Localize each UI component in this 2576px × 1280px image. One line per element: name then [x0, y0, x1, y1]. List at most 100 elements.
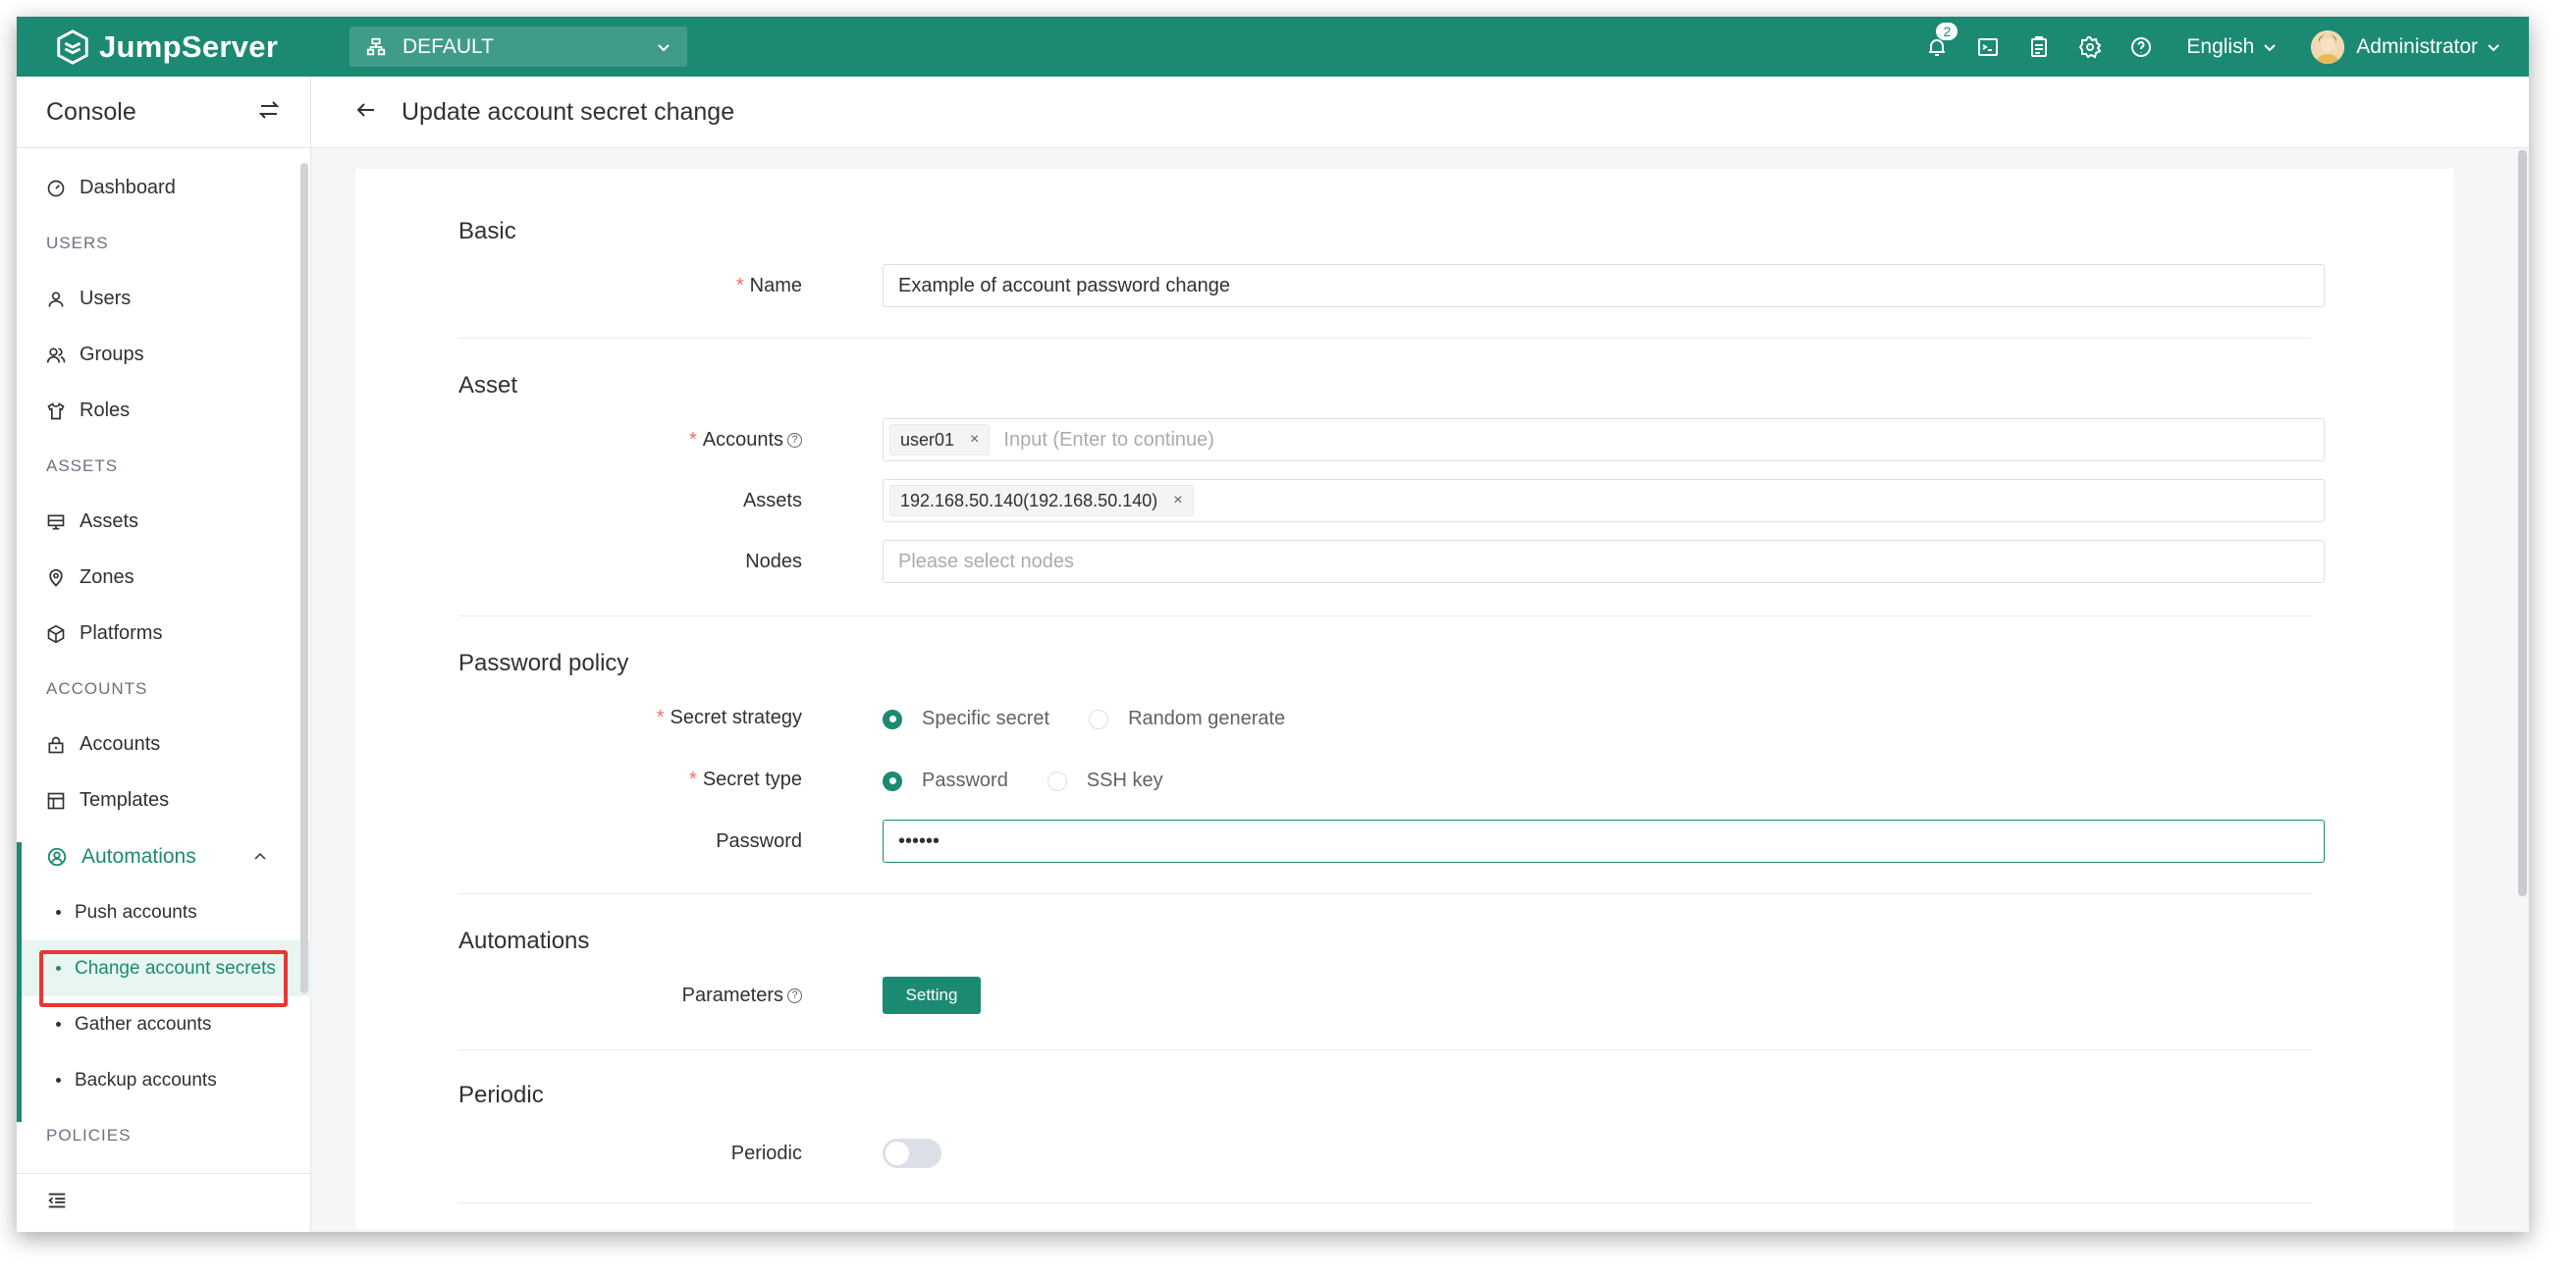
sidebar-item-groups[interactable]: Groups: [17, 327, 311, 383]
organization-select[interactable]: DEFAULT: [349, 27, 687, 67]
sidebar-item-templates[interactable]: Templates: [17, 773, 311, 828]
chevron-down-icon: [2488, 43, 2499, 51]
secret-type-row: * Secret type: [355, 758, 2454, 801]
sidebar-item-users[interactable]: Users: [17, 271, 311, 327]
sidebar-item-accounts[interactable]: Accounts: [17, 717, 311, 773]
settings-button[interactable]: [2076, 33, 2104, 61]
language-select[interactable]: English: [2186, 35, 2278, 59]
chevron-up-icon: [254, 852, 266, 860]
accounts-tag-input[interactable]: user01 × Input (Enter to continue): [883, 418, 2325, 461]
user-group-icon: [46, 347, 66, 363]
tickets-button[interactable]: [2025, 33, 2053, 61]
avatar: [2311, 29, 2345, 64]
sidebar-item-label: Gather accounts: [75, 1013, 212, 1035]
name-input[interactable]: Example of account password change: [883, 264, 2325, 307]
help-icon[interactable]: ?: [787, 432, 802, 448]
lock-icon: [48, 736, 64, 753]
name-value: Example of account password change: [898, 274, 1230, 296]
sidebar-footer: [17, 1173, 311, 1232]
section-title-password-policy: Password policy: [458, 650, 629, 676]
assets-label: Assets: [742, 489, 802, 511]
section-title-asset: Asset: [458, 372, 518, 399]
sidebar-item-label: Templates: [80, 789, 170, 811]
brand-name: JumpServer: [99, 28, 279, 64]
sidebar-item-dashboard[interactable]: Dashboard: [17, 160, 311, 216]
sidebar-item-push-accounts[interactable]: Push accounts: [17, 884, 311, 940]
nodes-select[interactable]: Please select nodes: [883, 540, 2325, 583]
bullet-dot: [56, 910, 61, 915]
view-switch-button[interactable]: [257, 98, 281, 127]
location-pin-icon: [49, 568, 63, 587]
chevron-down-icon: [2264, 43, 2277, 51]
sidebar-scrollbar[interactable]: [300, 163, 308, 993]
radio-circle-checked: [883, 709, 902, 729]
setting-button[interactable]: Setting: [883, 977, 981, 1014]
sidebar-item-label: Dashboard: [80, 177, 176, 198]
sidebar-menu: Dashboard USERS Users Groups Roles ASSET…: [17, 149, 311, 1162]
required-mark: *: [656, 706, 665, 728]
section-title-basic: Basic: [458, 218, 516, 244]
terminal-button[interactable]: [1974, 33, 2002, 61]
collapse-sidebar-button[interactable]: [46, 1190, 68, 1216]
radio-circle-checked: [883, 771, 902, 791]
tag-close-icon[interactable]: ×: [1173, 492, 1182, 509]
assets-select[interactable]: 192.168.50.140(192.168.50.140) ×: [883, 479, 2325, 522]
shirt-icon: [47, 401, 65, 419]
section-divider: [458, 1202, 2312, 1203]
section-title-assets: ASSETS: [46, 456, 119, 475]
cube-icon: [47, 624, 65, 643]
notifications-button[interactable]: 2: [1923, 21, 1959, 61]
radio-password[interactable]: Password: [883, 770, 1008, 792]
sidebar-item-automations[interactable]: Automations: [17, 828, 311, 884]
sidebar-item-zones[interactable]: Zones: [17, 550, 311, 606]
nodes-placeholder: Please select nodes: [898, 550, 1075, 572]
section-title-policies: POLICIES: [46, 1126, 132, 1145]
bullet-dot: [56, 1078, 61, 1083]
radio-ssh-key[interactable]: SSH key: [1046, 770, 1163, 792]
sidebar-item-assets[interactable]: Assets: [17, 494, 311, 550]
secret-type-radio-group: Password SSH key: [883, 770, 1203, 792]
name-label: * Name: [735, 274, 802, 296]
sidebar-item-backup-accounts[interactable]: Backup accounts: [17, 1052, 311, 1108]
section-divider: [458, 615, 2312, 616]
nodes-label: Nodes: [745, 550, 802, 572]
sidebar-item-label: Backup accounts: [75, 1069, 217, 1091]
radio-circle: [1046, 771, 1067, 791]
brand-logo[interactable]: JumpServer: [54, 28, 340, 66]
tag-close-icon[interactable]: ×: [970, 431, 979, 449]
sidebar: Console Dashboard USERS Users Groups Rol…: [17, 77, 311, 1232]
user-name: Administrator: [2356, 34, 2478, 58]
question-circle-icon: [2131, 36, 2152, 57]
main-scrollbar[interactable]: [2518, 150, 2527, 896]
toggle-knob: [886, 1142, 909, 1165]
secret-type-label: * Secret type: [689, 768, 802, 790]
sidebar-header: Console: [17, 77, 310, 148]
swap-arrows-icon: [258, 100, 280, 119]
periodic-toggle[interactable]: [883, 1139, 941, 1168]
periodic-label: Periodic: [730, 1142, 802, 1164]
sidebar-item-label: Users: [80, 288, 132, 309]
sidebar-item-roles[interactable]: Roles: [17, 383, 311, 439]
terminal-icon: [1978, 37, 1999, 56]
radio-specific-secret[interactable]: Specific secret: [883, 708, 1049, 730]
user-menu[interactable]: Administrator: [2311, 29, 2501, 64]
accounts-label: * Accounts?: [355, 429, 822, 452]
periodic-row: Periodic: [355, 1132, 2454, 1175]
jumpserver-logo-icon: [57, 28, 88, 65]
annotation-highlight-box: [39, 950, 288, 1007]
page-header: Update account secret change: [311, 77, 2529, 148]
secret-strategy-label: * Secret strategy: [656, 706, 802, 728]
account-tag: user01 ×: [889, 424, 991, 455]
password-input[interactable]: ••••••: [883, 820, 2325, 863]
back-button[interactable]: [354, 98, 402, 127]
secret-strategy-radio-group: Specific secret Random generate: [883, 708, 1324, 730]
required-mark: *: [689, 768, 697, 790]
help-button[interactable]: [2127, 33, 2155, 61]
required-mark: *: [688, 428, 697, 451]
sidebar-item-platforms[interactable]: Platforms: [17, 606, 311, 662]
radio-random-generate[interactable]: Random generate: [1089, 708, 1285, 730]
section-divider: [458, 1049, 2312, 1050]
help-icon[interactable]: ?: [787, 987, 802, 1003]
section-divider: [458, 338, 2312, 339]
sidebar-item-label: Groups: [80, 344, 144, 365]
